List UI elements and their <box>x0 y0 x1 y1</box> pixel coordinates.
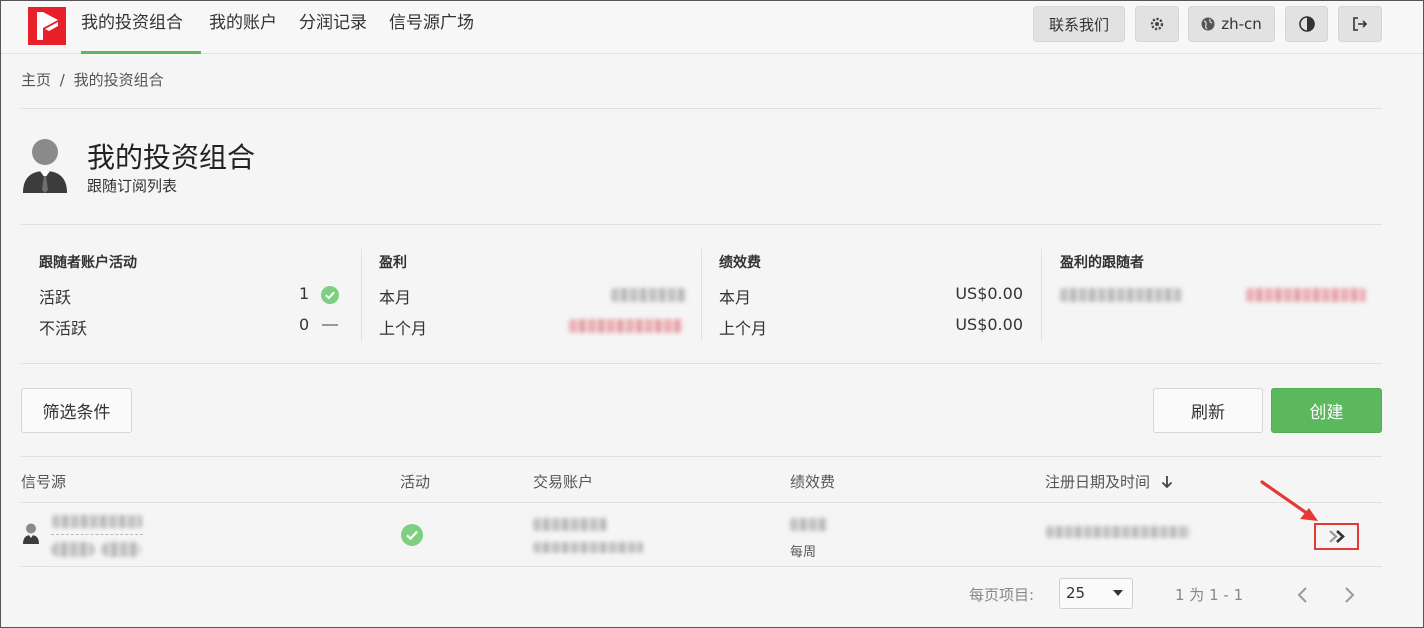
divider <box>21 566 1382 567</box>
contact-us-button[interactable]: 联系我们 <box>1033 6 1125 42</box>
chevron-right-icon[interactable] <box>1342 586 1356 604</box>
gear-icon <box>1150 17 1164 31</box>
last-month-label: 上个月 <box>379 319 428 338</box>
stat-profit: 盈利 本月 上个月 <box>379 249 687 341</box>
redacted-signal-name[interactable] <box>52 515 142 528</box>
sort-down-icon <box>1161 476 1172 489</box>
logout-button[interactable] <box>1338 6 1382 42</box>
stat-performance-fee: 绩效费 本月 US$0.00 上个月 US$0.00 <box>719 249 1025 341</box>
breadcrumb-current: 我的投资组合 <box>73 71 164 89</box>
last-month-label: 上个月 <box>719 319 768 338</box>
divider <box>701 249 702 341</box>
stat-title: 跟随者账户活动 <box>39 255 137 271</box>
per-page-value: 25 <box>1066 584 1086 602</box>
active-count: 1 <box>299 284 310 303</box>
contrast-icon <box>1298 16 1315 32</box>
nav-item-signal-square[interactable]: 信号源广场 <box>389 1 474 54</box>
redacted-tag <box>51 542 95 557</box>
check-icon <box>401 524 423 546</box>
redacted-value <box>1060 288 1182 302</box>
page-title: 我的投资组合 <box>87 141 256 174</box>
refresh-button[interactable]: 刷新 <box>1153 388 1263 433</box>
column-header-label: 注册日期及时间 <box>1045 473 1151 491</box>
chevron-left-icon[interactable] <box>1296 586 1310 604</box>
divider <box>21 456 1382 457</box>
column-header-registered[interactable]: 注册日期及时间 <box>1045 471 1173 492</box>
fee-period: 每周 <box>790 545 817 560</box>
settings-button[interactable] <box>1135 6 1179 42</box>
avatar-icon <box>23 139 67 193</box>
column-header-account[interactable]: 交易账户 <box>533 471 593 492</box>
redacted-fee <box>790 518 828 531</box>
stat-title: 盈利的跟随者 <box>1060 255 1144 271</box>
divider <box>21 108 1382 109</box>
annotation-arrow-icon <box>1260 480 1318 521</box>
divider <box>361 249 362 341</box>
language-button[interactable]: zh-cn <box>1188 6 1275 42</box>
redacted-registered-date <box>1046 526 1190 538</box>
redacted-account-id <box>533 518 607 531</box>
divider <box>1041 249 1042 341</box>
nav-item-portfolio[interactable]: 我的投资组合 <box>81 1 201 54</box>
avatar-icon <box>23 523 39 544</box>
column-header-signal[interactable]: 信号源 <box>21 471 66 492</box>
logo[interactable] <box>28 7 66 45</box>
page-subtitle: 跟随订阅列表 <box>87 177 178 195</box>
breadcrumb-home[interactable]: 主页 <box>21 71 51 89</box>
double-chevron-right-icon <box>1329 530 1345 543</box>
nav-item-profit-share[interactable]: 分润记录 <box>299 1 367 54</box>
top-navbar: 我的投资组合 我的账户 分润记录 信号源广场 联系我们 zh-cn <box>1 1 1423 54</box>
breadcrumb-separator: / <box>59 71 65 89</box>
stat-follower-activity: 跟随者账户活动 活跃 1 不活跃 0 <box>39 249 345 341</box>
divider <box>21 224 1382 225</box>
last-month-fee: US$0.00 <box>955 315 1023 334</box>
divider <box>51 534 143 535</box>
redacted-account-server <box>533 542 643 553</box>
stat-profitable-followers: 盈利的跟随者 <box>1060 249 1382 341</box>
inactive-count: 0 <box>299 315 310 334</box>
create-button[interactable]: 创建 <box>1271 388 1382 433</box>
page-range: 1 为 1 - 1 <box>1175 586 1244 604</box>
redacted-tag <box>101 542 141 557</box>
inactive-label: 不活跃 <box>39 319 88 338</box>
filter-button[interactable]: 筛选条件 <box>21 388 132 433</box>
row-details-button[interactable] <box>1314 523 1359 550</box>
stat-title: 盈利 <box>379 255 407 271</box>
divider <box>21 363 1382 364</box>
per-page-select[interactable]: 25 <box>1059 578 1133 609</box>
redacted-value <box>1246 288 1366 302</box>
redacted-value <box>569 319 683 333</box>
column-header-fee[interactable]: 绩效费 <box>790 471 835 492</box>
dash-icon <box>322 324 338 326</box>
this-month-label: 本月 <box>379 288 412 307</box>
caret-down-icon <box>1113 590 1123 596</box>
divider <box>21 502 1382 503</box>
nav-item-account[interactable]: 我的账户 <box>209 1 277 54</box>
this-month-label: 本月 <box>719 288 752 307</box>
active-label: 活跃 <box>39 288 72 307</box>
check-icon <box>321 286 339 304</box>
redacted-value <box>611 288 687 302</box>
per-page-label: 每页项目: <box>969 586 1035 604</box>
breadcrumb: 主页 / 我的投资组合 <box>21 69 164 90</box>
theme-toggle-button[interactable] <box>1285 6 1328 42</box>
logout-icon <box>1353 17 1368 31</box>
column-header-active[interactable]: 活动 <box>400 471 430 492</box>
language-label: zh-cn <box>1221 15 1262 33</box>
this-month-fee: US$0.00 <box>955 284 1023 303</box>
globe-icon <box>1201 17 1215 31</box>
stat-title: 绩效费 <box>719 255 761 271</box>
